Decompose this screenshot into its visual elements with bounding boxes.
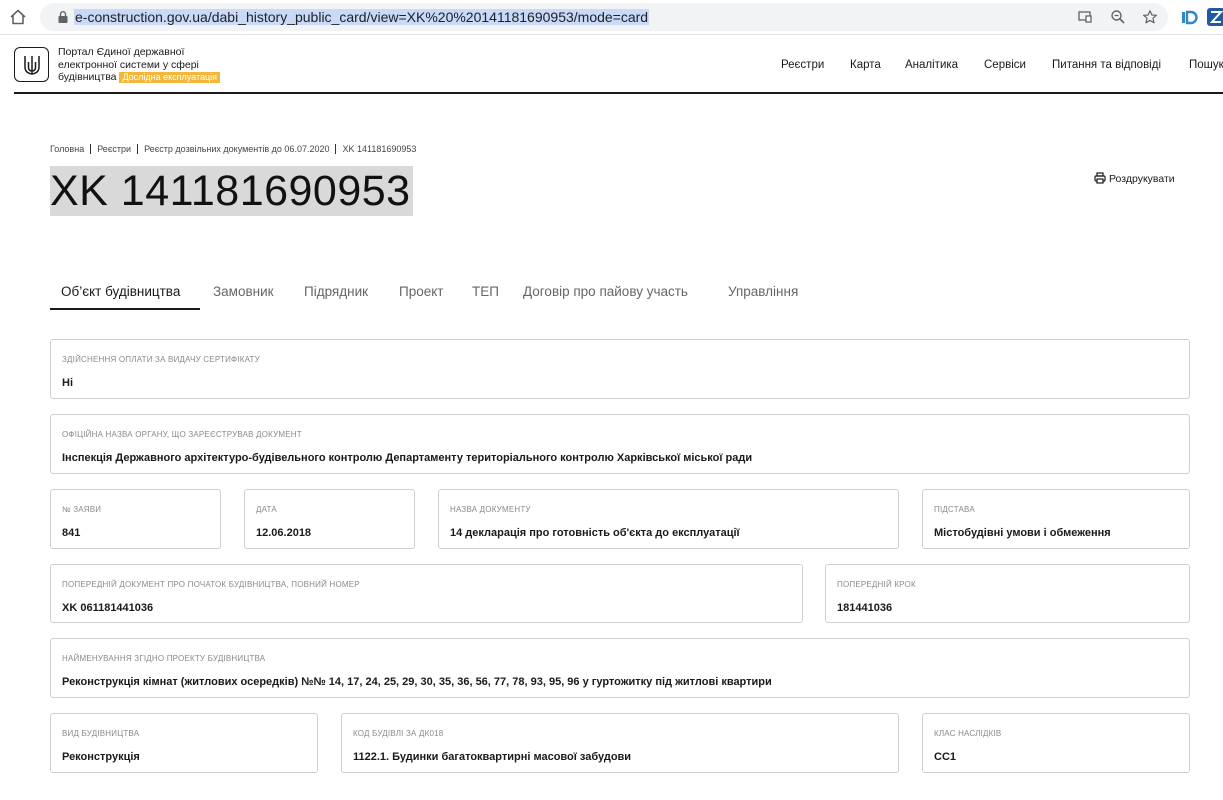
address-bar[interactable]: e-construction.gov.ua/dabi_history_publi… <box>40 3 1168 31</box>
printer-icon <box>1094 172 1106 184</box>
consequence-class-label: Клас наслідків <box>934 729 1002 738</box>
doc-name-value: 14 декларація про готовність об'єкта до … <box>450 527 740 539</box>
zoom-icon[interactable] <box>1110 9 1126 25</box>
portal-name: Портал Єдиної державної електронної сист… <box>58 46 248 84</box>
tab-contractor[interactable]: Підрядник <box>304 284 368 299</box>
breadcrumb-registries[interactable]: Реєстри <box>97 144 131 154</box>
nav-item-registries[interactable]: Реєстри <box>781 59 824 71</box>
authority-label: Офіційна назва органу, що зареєстрував д… <box>62 430 302 439</box>
project-name-label: Найменування згідно проекту будівництва <box>62 654 266 663</box>
date-field: Дата 12.06.2018 <box>244 489 415 549</box>
construction-type-value: Реконструкція <box>62 751 140 763</box>
trident-icon <box>24 56 40 75</box>
construction-type-field: Вид будівництва Реконструкція <box>50 713 318 773</box>
breadcrumb-registry[interactable]: Реєстр дозвільних документів до 06.07.20… <box>144 144 329 154</box>
url-text[interactable]: e-construction.gov.ua/dabi_history_publi… <box>74 9 650 25</box>
consequence-class-value: СС1 <box>934 751 957 763</box>
date-label: Дата <box>256 505 277 514</box>
building-code-label: Код будівлі за ДК018 <box>353 729 444 738</box>
tab-share-agreement[interactable]: Договір про пайову участь <box>523 284 688 299</box>
breadcrumb-separator <box>90 144 92 154</box>
nav-item-services[interactable]: Сервіси <box>984 59 1026 71</box>
date-value: 12.06.2018 <box>256 527 312 539</box>
tab-construction-object[interactable]: Об’єкт будівництва <box>61 284 180 299</box>
prev-doc-label: Попередній документ про початок будівниц… <box>62 580 360 589</box>
project-name-field: Найменування згідно проекту будівництва … <box>50 638 1190 698</box>
breadcrumb-current: XK 141181690953 <box>342 144 417 154</box>
payment-field: Здійснення оплати за видачу сертифікату … <box>50 339 1190 399</box>
breadcrumb: Головна Реєстри Реєстр дозвільних документ… <box>50 144 416 154</box>
extension-z-icon[interactable] <box>1207 8 1223 26</box>
nav-item-analytics[interactable]: Аналітика <box>905 59 958 71</box>
tab-tep[interactable]: ТЕП <box>472 284 499 299</box>
tab-customer[interactable]: Замовник <box>213 284 274 299</box>
basis-field: Підстава Містобудівні умови і обмеження <box>922 489 1190 549</box>
nav-item-map[interactable]: Карта <box>850 59 881 71</box>
cast-icon[interactable] <box>1077 9 1093 25</box>
print-label: Роздрукувати <box>1109 173 1175 185</box>
print-button[interactable]: Роздрукувати <box>1094 172 1175 185</box>
browser-toolbar: e-construction.gov.ua/dabi_history_publi… <box>0 0 1223 35</box>
logo[interactable] <box>14 47 49 82</box>
lock-icon[interactable] <box>56 10 70 24</box>
nav-item-faq[interactable]: Питання та відповіді <box>1052 59 1161 71</box>
building-code-value: 1122.1. Будинки багатоквартирні масової … <box>353 751 632 763</box>
tab-bar: Об’єкт будівництва Замовник Підрядник Пр… <box>50 280 850 310</box>
project-name-value: Реконструкція кімнат (житлових осередків… <box>62 676 772 688</box>
prev-step-label: Попередній крок <box>837 580 916 589</box>
payment-label: Здійснення оплати за видачу сертифікату <box>62 355 260 364</box>
prev-step-field: Попередній крок 181441036 <box>825 564 1190 623</box>
nav-item-search[interactable]: Пошук <box>1189 59 1223 71</box>
breadcrumb-separator <box>335 144 337 154</box>
authority-value: Інспекція Державного архітектуро-будівел… <box>62 452 753 464</box>
breadcrumb-separator <box>137 144 139 154</box>
building-code-field: Код будівлі за ДК018 1122.1. Будинки баг… <box>341 713 899 773</box>
prev-doc-field: Попередній документ про початок будівниц… <box>50 564 803 623</box>
payment-value: Ні <box>62 377 73 389</box>
portal-name-line2: електронної системи у сфері <box>58 58 199 71</box>
tab-management[interactable]: Управління <box>728 284 798 299</box>
breadcrumb-home[interactable]: Головна <box>50 144 84 154</box>
prev-doc-value: XK 061181441036 <box>62 602 154 614</box>
consequence-class-field: Клас наслідків СС1 <box>922 713 1190 773</box>
tab-project[interactable]: Проект <box>399 284 443 299</box>
home-icon[interactable] <box>8 7 28 27</box>
application-no-field: № заяви 841 <box>50 489 221 549</box>
portal-name-line1: Портал Єдиної державної <box>58 46 185 58</box>
authority-field: Офіційна назва органу, що зареєстрував д… <box>50 414 1190 474</box>
status-badge: Дослідна експлуатація <box>119 72 221 83</box>
basis-label: Підстава <box>934 505 975 514</box>
basis-value: Містобудівні умови і обмеження <box>934 527 1111 539</box>
doc-name-field: Назва документу 14 декларація про готовн… <box>438 489 899 549</box>
application-no-label: № заяви <box>62 505 102 514</box>
prev-step-value: 181441036 <box>837 602 893 614</box>
extension-id-icon[interactable] <box>1181 8 1199 26</box>
doc-name-label: Назва документу <box>450 505 531 514</box>
page-title: XK 141181690953 <box>50 166 413 216</box>
site-header: Портал Єдиної державної електронної сист… <box>14 44 1223 94</box>
star-icon[interactable] <box>1142 9 1158 25</box>
construction-type-label: Вид будівництва <box>62 729 140 738</box>
active-tab-indicator <box>50 308 200 310</box>
portal-name-line3: будівництва <box>58 71 117 83</box>
application-no-value: 841 <box>62 527 81 539</box>
